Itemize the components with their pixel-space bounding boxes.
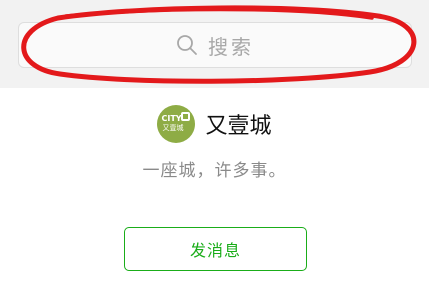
logo-text-line1: CITY: [161, 114, 182, 123]
profile-header: CITY 又壹城 又壹城: [0, 104, 429, 144]
search-bar[interactable]: 搜索: [18, 22, 412, 68]
search-content: 搜索: [19, 23, 411, 67]
account-tagline: 一座城，许多事。: [142, 161, 287, 181]
send-message-button[interactable]: 发消息: [124, 227, 307, 271]
send-message-label: 发消息: [189, 241, 241, 260]
search-icon: [176, 34, 198, 56]
account-logo: CITY 又壹城: [157, 105, 196, 143]
search-placeholder: 搜索: [208, 34, 254, 59]
logo-mark-icon: [181, 112, 191, 121]
account-profile-page: 搜索 CITY 又壹城 又壹城 一座城，许多事。 发消息: [0, 0, 429, 286]
logo-text-line2: 又壹城: [162, 124, 184, 132]
search-header: 搜索: [0, 0, 429, 88]
account-name: 又壹城: [205, 114, 272, 139]
